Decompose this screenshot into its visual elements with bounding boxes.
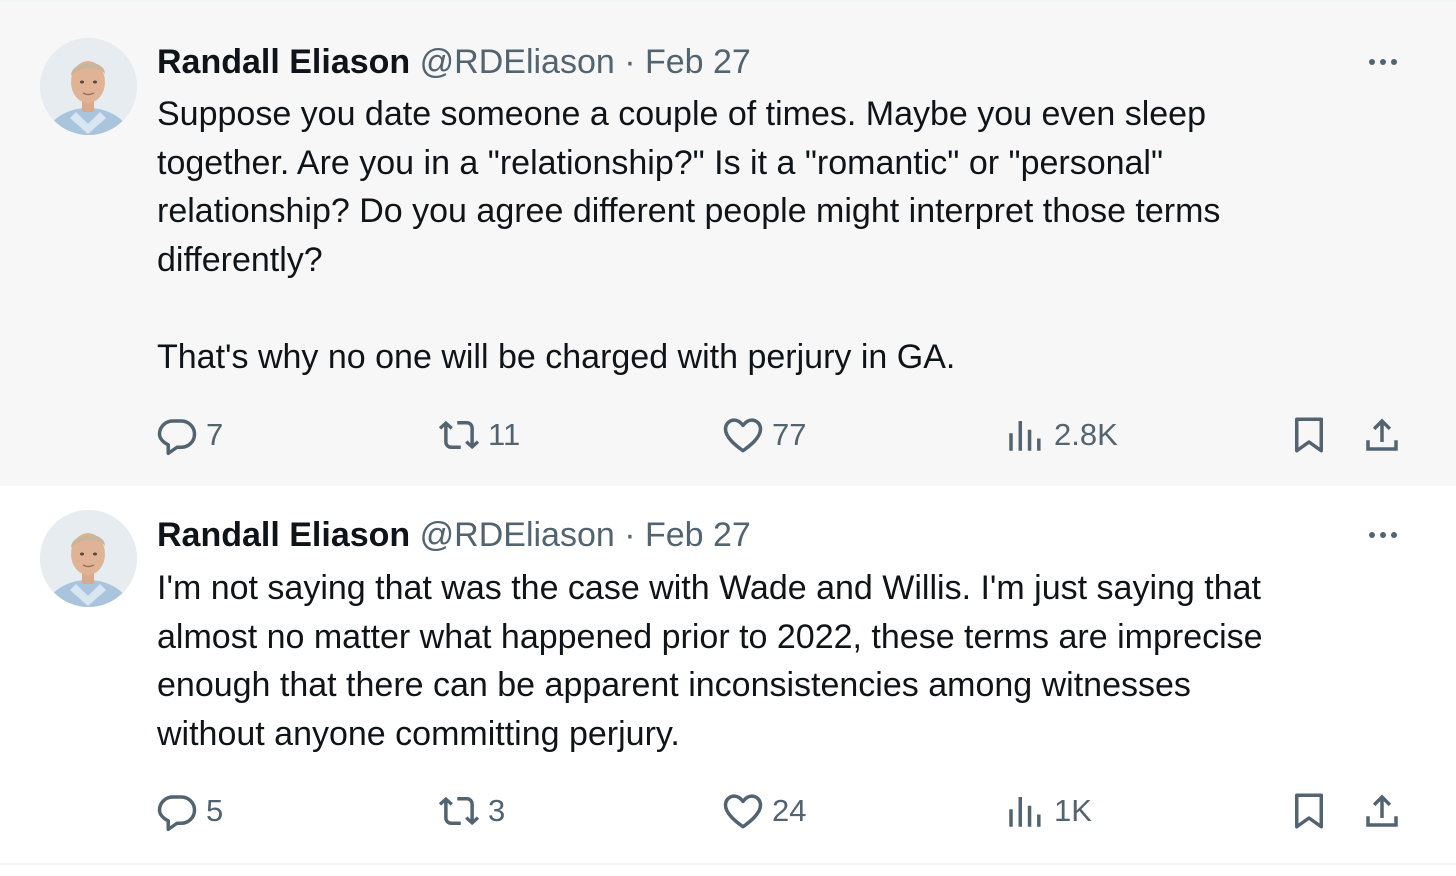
repost-button[interactable]: 3 bbox=[438, 788, 505, 834]
repost-icon bbox=[438, 790, 480, 832]
reply-icon bbox=[156, 414, 198, 456]
share-icon bbox=[1361, 414, 1403, 456]
divider bbox=[0, 863, 1456, 865]
more-icon[interactable] bbox=[1360, 44, 1406, 80]
author-name[interactable]: Randall Eliason bbox=[157, 43, 410, 81]
like-icon bbox=[722, 790, 764, 832]
tweet[interactable]: Randall Eliason @RDEliason · Feb 27 I'm … bbox=[0, 486, 1456, 863]
reply-count: 7 bbox=[206, 417, 224, 452]
repost-button[interactable]: 11 bbox=[438, 412, 520, 458]
reply-button[interactable]: 5 bbox=[156, 788, 223, 834]
handle-and-date[interactable]: @RDEliason · Feb 27 bbox=[420, 516, 751, 554]
like-count: 77 bbox=[772, 417, 807, 452]
like-icon bbox=[722, 414, 764, 456]
bookmark-icon bbox=[1288, 414, 1330, 456]
author-name[interactable]: Randall Eliason bbox=[157, 516, 410, 554]
avatar[interactable] bbox=[40, 510, 137, 607]
views-button[interactable]: 2.8K bbox=[1004, 412, 1118, 458]
bookmark-button[interactable] bbox=[1288, 412, 1330, 458]
handle-and-date[interactable]: @RDEliason · Feb 27 bbox=[420, 43, 751, 81]
like-button[interactable]: 77 bbox=[722, 412, 806, 458]
like-button[interactable]: 24 bbox=[722, 788, 806, 834]
share-icon bbox=[1361, 790, 1403, 832]
reply-button[interactable]: 7 bbox=[156, 412, 223, 458]
views-icon bbox=[1004, 790, 1046, 832]
tweet-header: Randall Eliason @RDEliason · Feb 27 bbox=[157, 515, 751, 555]
views-icon bbox=[1004, 414, 1046, 456]
tweet-text: I'm not saying that was the case with Wa… bbox=[157, 569, 1263, 753]
tweet-text: Suppose you date someone a couple of tim… bbox=[157, 95, 1221, 376]
tweet-header: Randall Eliason @RDEliason · Feb 27 bbox=[157, 42, 751, 82]
views-count: 2.8K bbox=[1054, 417, 1118, 452]
more-icon[interactable] bbox=[1360, 517, 1406, 553]
tweet[interactable]: Randall Eliason @RDEliason · Feb 27 Supp… bbox=[0, 0, 1456, 488]
share-button[interactable] bbox=[1361, 788, 1403, 834]
repost-count: 3 bbox=[488, 793, 506, 828]
share-button[interactable] bbox=[1361, 412, 1403, 458]
repost-count: 11 bbox=[488, 417, 521, 452]
views-button[interactable]: 1K bbox=[1004, 788, 1092, 834]
reply-icon bbox=[156, 790, 198, 832]
like-count: 24 bbox=[772, 793, 807, 828]
views-count: 1K bbox=[1054, 793, 1092, 828]
reply-count: 5 bbox=[206, 793, 224, 828]
bookmark-icon bbox=[1288, 790, 1330, 832]
repost-icon bbox=[438, 414, 480, 456]
avatar[interactable] bbox=[40, 38, 137, 135]
bookmark-button[interactable] bbox=[1288, 788, 1330, 834]
